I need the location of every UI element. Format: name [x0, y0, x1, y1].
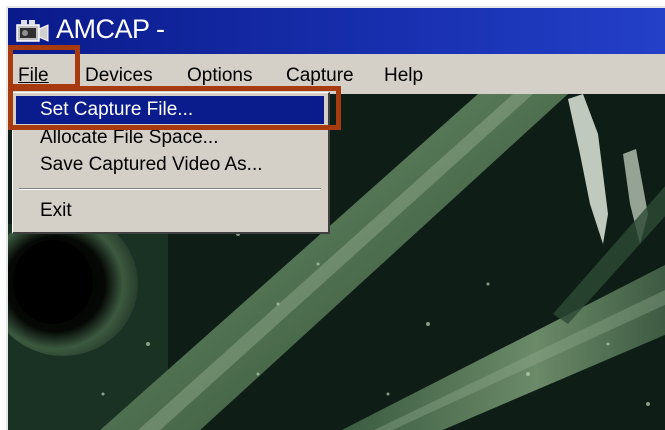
menu-help-label: Help [384, 65, 424, 86]
menu-options-label: Options [187, 65, 253, 86]
amcap-window: AMCAP - File Devices Options Capture Hel… [6, 6, 665, 430]
amcap-app-icon[interactable] [16, 19, 50, 43]
title-bar[interactable]: AMCAP - [8, 8, 665, 54]
menu-item-label: Allocate File Space... [40, 127, 219, 148]
menu-devices[interactable]: Devices [85, 65, 153, 87]
menu-item-label: Set Capture File... [40, 99, 194, 120]
menu-item-allocate-file-space[interactable]: Allocate File Space... [16, 124, 324, 152]
menu-capture[interactable]: Capture [286, 65, 354, 87]
menu-item-exit[interactable]: Exit [16, 197, 324, 225]
menu-file[interactable]: File [18, 65, 49, 87]
menu-separator [19, 188, 321, 190]
menu-item-set-capture-file[interactable]: Set Capture File... [16, 96, 324, 124]
menu-options[interactable]: Options [187, 65, 252, 87]
menu-devices-label: Devices [85, 65, 153, 86]
menu-item-label: Exit [40, 200, 72, 221]
window-title: AMCAP - [56, 14, 165, 44]
menu-capture-label: Capture [286, 65, 354, 86]
menu-help[interactable]: Help [384, 65, 423, 87]
file-menu-dropdown: Set Capture File... Allocate File Space.… [12, 92, 330, 234]
menu-file-label: File [18, 65, 49, 86]
menu-bar: File Devices Options Capture Help [8, 54, 665, 94]
menu-item-label: Save Captured Video As... [40, 154, 263, 175]
menu-item-save-captured-video-as[interactable]: Save Captured Video As... [16, 151, 324, 179]
